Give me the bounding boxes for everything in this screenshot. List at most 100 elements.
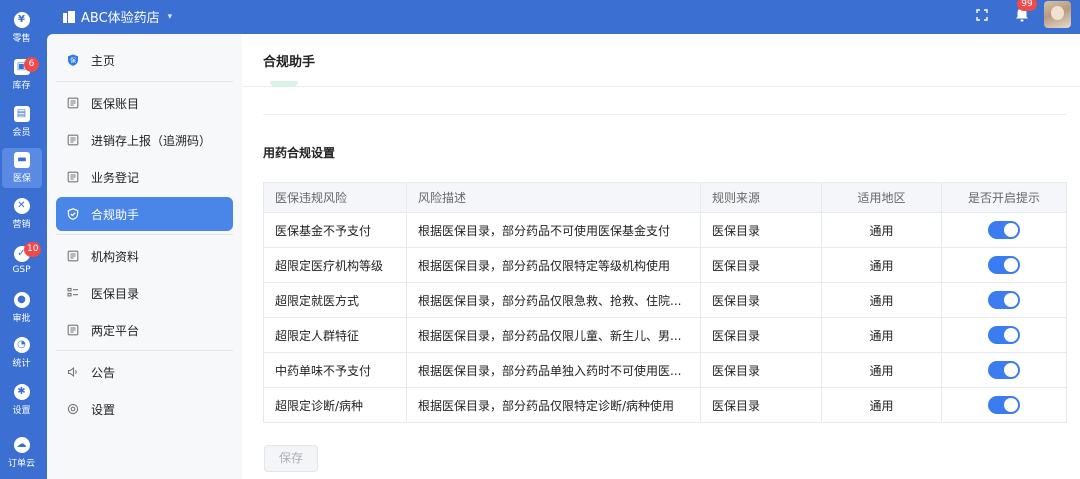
- chevron-down-icon: ▾: [167, 11, 173, 22]
- svg-text:保: 保: [70, 56, 76, 64]
- toggle-cell: [941, 317, 1067, 353]
- source-cell: 医保目录: [700, 282, 822, 318]
- app-rail: ¥ 零售 ▣ 库存 6 ▤ 会员 ▬ 医保 ✕ 营销 ✓ GSP 10 ● 审批 ◔ 统计 ✱ 设置 ☁ 订单云: [0, 0, 47, 479]
- approval-user-icon: ●: [13, 292, 30, 308]
- section-divider: [263, 114, 1066, 115]
- rail-item-label: 会员: [12, 128, 31, 138]
- sidebar-divider: [56, 81, 233, 82]
- order-cloud-icon: ☁: [13, 437, 30, 453]
- risk-cell: 中药单味不予支付: [263, 352, 407, 388]
- store-icon: [63, 10, 75, 23]
- source-cell: 医保目录: [700, 352, 822, 388]
- rail-item-label: GSP: [12, 264, 31, 275]
- rail-item-3[interactable]: ▬ 医保: [2, 148, 42, 188]
- region-cell: 通用: [821, 247, 942, 283]
- save-button[interactable]: 保存: [264, 445, 318, 472]
- sidebar-divider: [56, 350, 233, 351]
- sidebar-item-4[interactable]: 合规助手: [56, 197, 233, 231]
- sidebar-item-8[interactable]: 公告: [56, 355, 233, 389]
- column-header-risk: 医保违规风险: [263, 182, 407, 213]
- enable-toggle[interactable]: [988, 326, 1020, 344]
- rail-item-7[interactable]: ◔ 统计: [0, 333, 43, 373]
- register-icon: [67, 171, 79, 183]
- member-card-icon: ▤: [13, 106, 30, 122]
- table-row: 医保基金不予支付 根据医保目录，部分药品不可使用医保基金支付 医保目录 通用: [263, 212, 1067, 248]
- speaker-icon: [67, 366, 79, 378]
- rail-item-label: 营销: [12, 220, 31, 230]
- rail-badge: 6: [24, 57, 39, 72]
- sidebar-item-1[interactable]: 医保账目: [56, 86, 233, 120]
- toggle-cell: [941, 212, 1067, 248]
- rail-item-2[interactable]: ▤ 会员: [0, 102, 43, 142]
- rail-item-5[interactable]: ✓ GSP 10: [0, 240, 43, 280]
- enable-toggle[interactable]: [988, 361, 1020, 379]
- sidebar-item-0[interactable]: 保 主页: [56, 43, 233, 77]
- rail-item-0[interactable]: ¥ 零售: [0, 8, 43, 48]
- sidebar-item-2[interactable]: 进销存上报（追溯码）: [56, 123, 233, 157]
- fullscreen-icon[interactable]: [976, 9, 988, 21]
- description-cell: 根据医保目录，部分药品单独入药时不可使用医...: [406, 352, 701, 388]
- toggle-cell: [941, 282, 1067, 318]
- rail-item-9[interactable]: ☁ 订单云: [0, 433, 43, 473]
- title-divider: [242, 86, 1080, 87]
- toggle-cell: [941, 352, 1067, 388]
- enable-toggle[interactable]: [988, 221, 1020, 239]
- enable-toggle[interactable]: [988, 256, 1020, 274]
- column-header-desc: 风险描述: [406, 182, 701, 213]
- region-cell: 通用: [821, 282, 942, 318]
- risk-cell: 医保基金不予支付: [263, 212, 407, 248]
- table-row: 超限定就医方式 根据医保目录，部分药品仅限急救、抢救、住院... 医保目录 通用: [263, 282, 1067, 318]
- region-cell: 通用: [821, 212, 942, 248]
- table-header-row: 医保违规风险 风险描述 规则来源 适用地区 是否开启提示: [263, 182, 1067, 213]
- ledger-icon: [67, 97, 79, 109]
- scrolled-graphic: [270, 81, 298, 87]
- rail-item-8[interactable]: ✱ 设置: [0, 380, 43, 420]
- institution-doc-icon: [67, 250, 79, 262]
- sidebar-item-label: 业务登记: [91, 170, 140, 185]
- description-cell: 根据医保目录，部分药品仅限特定等级机构使用: [406, 247, 701, 283]
- sidebar-item-7[interactable]: 两定平台: [56, 313, 233, 347]
- settings-gear-icon: ✱: [13, 384, 30, 400]
- enable-toggle[interactable]: [988, 396, 1020, 414]
- risk-cell: 超限定诊断/病种: [263, 387, 407, 423]
- catalog-list-icon: [67, 287, 79, 299]
- risk-cell: 超限定就医方式: [263, 282, 407, 318]
- report-doc-icon: [67, 134, 79, 146]
- table-row: 超限定医疗机构等级 根据医保目录，部分药品仅限特定等级机构使用 医保目录 通用: [263, 247, 1067, 283]
- sidebar-item-9[interactable]: 设置: [56, 392, 233, 426]
- sidebar-item-label: 设置: [91, 402, 116, 417]
- stats-pie-icon: ◔: [13, 337, 30, 353]
- table-row: 中药单味不予支付 根据医保目录，部分药品单独入药时不可使用医... 医保目录 通用: [263, 352, 1067, 388]
- region-cell: 通用: [821, 387, 942, 423]
- sidebar-item-5[interactable]: 机构资料: [56, 239, 233, 273]
- store-switcher[interactable]: ABC体验药店 ▾: [63, 7, 172, 26]
- region-cell: 通用: [821, 317, 942, 353]
- sidebar-item-label: 两定平台: [91, 323, 140, 338]
- gear-icon: [67, 403, 79, 415]
- sidebar-item-label: 医保目录: [91, 286, 140, 301]
- description-cell: 根据医保目录，部分药品仅限急救、抢救、住院...: [406, 282, 701, 318]
- source-cell: 医保目录: [700, 317, 822, 353]
- risk-cell: 超限定医疗机构等级: [263, 247, 407, 283]
- description-cell: 根据医保目录，部分药品仅限特定诊断/病种使用: [406, 387, 701, 423]
- rail-item-label: 零售: [12, 34, 31, 44]
- column-header-enabled: 是否开启提示: [941, 182, 1067, 213]
- rail-item-6[interactable]: ● 审批: [0, 288, 43, 328]
- rail-item-1[interactable]: ▣ 库存 6: [0, 55, 43, 95]
- enable-toggle[interactable]: [988, 291, 1020, 309]
- rail-item-4[interactable]: ✕ 营销: [0, 194, 43, 234]
- sidebar-item-label: 公告: [91, 365, 116, 380]
- sidebar-item-3[interactable]: 业务登记: [56, 160, 233, 194]
- toggle-cell: [941, 387, 1067, 423]
- sidebar-item-label: 合规助手: [91, 207, 140, 222]
- section-title: 用药合规设置: [263, 146, 336, 160]
- avatar[interactable]: [1044, 1, 1071, 28]
- store-name: ABC体验药店: [81, 11, 160, 26]
- description-cell: 根据医保目录，部分药品不可使用医保基金支付: [406, 212, 701, 248]
- compliance-rules-table: 医保违规风险 风险描述 规则来源 适用地区 是否开启提示 医保基金不予支付 根据医…: [263, 182, 1067, 423]
- module-sidebar: 保 主页医保账目 进销存上报（追溯码） 业务登记合规助手机构资料医保目录两定平台公告设…: [47, 34, 242, 479]
- medical-insurance-icon: ▬: [14, 152, 30, 168]
- table-row: 超限定人群特征 根据医保目录，部分药品仅限儿童、新生儿、男... 医保目录 通用: [263, 317, 1067, 353]
- sidebar-item-6[interactable]: 医保目录: [56, 276, 233, 310]
- description-cell: 根据医保目录，部分药品仅限儿童、新生儿、男...: [406, 317, 701, 353]
